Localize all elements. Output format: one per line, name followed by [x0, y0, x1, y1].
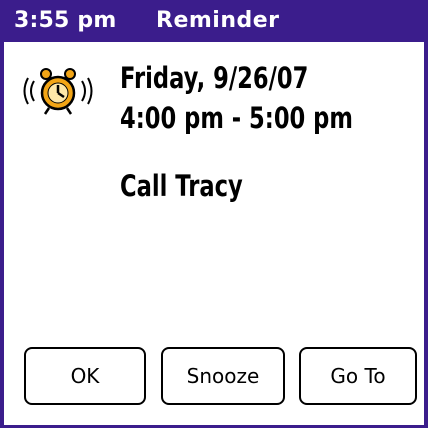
reminder-time-range: 4:00 pm - 5:00 pm [120, 101, 353, 135]
snooze-button[interactable]: Snooze [161, 347, 285, 405]
reminder-screen: 3:55 pm Reminder Friday, 9/26/07 4:00 pm… [0, 0, 428, 428]
reminder-date: Friday, 9/26/07 [120, 61, 309, 95]
reminder-subject: Call Tracy [120, 169, 243, 203]
go-to-button[interactable]: Go To [299, 347, 417, 405]
ok-button[interactable]: OK [24, 347, 146, 405]
alarm-clock-icon [23, 68, 93, 115]
title-bar: 3:55 pm Reminder [4, 0, 424, 42]
reminder-details: Friday, 9/26/07 4:00 pm - 5:00 pm [120, 58, 353, 138]
clock-time: 3:55 pm [14, 8, 117, 33]
screen-title: Reminder [156, 8, 280, 33]
